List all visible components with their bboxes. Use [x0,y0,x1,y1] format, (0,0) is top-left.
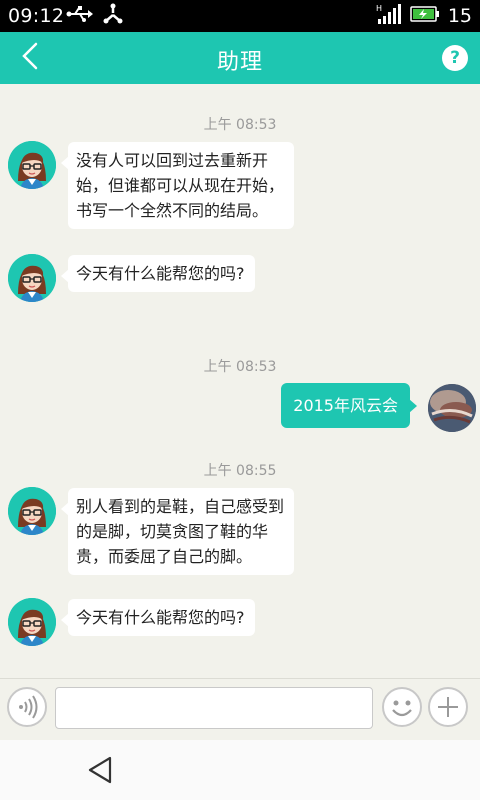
svg-text:H: H [376,4,382,13]
page-title: 助理 [216,50,263,75]
status-icons-left [66,3,124,29]
message-line: 贵，而委屈了自己的脚。 [76,547,253,566]
header: 助理 ? [0,32,480,84]
help-button[interactable]: ? [442,45,468,71]
plus-icon [430,697,466,729]
message-bubble-assistant[interactable]: 今天有什么能帮您的吗? [61,599,255,636]
message-bubble-assistant[interactable]: 别人看到的是鞋，自己感受到 的是脚，切莫贪图了鞋的华 贵，而委屈了自己的脚。 [60,488,295,575]
voice-button[interactable] [7,687,47,727]
timestamp: 上午 08:53 [203,359,277,375]
message-line: 今天有什么能帮您的吗? [76,608,245,627]
assistant-avatar[interactable] [8,141,56,189]
message-input[interactable] [55,687,373,729]
assistant-avatar[interactable] [8,254,56,302]
user-avatar[interactable] [428,384,476,432]
message-line: 没有人可以回到过去重新开 [76,151,269,170]
message-line: 的是脚，切莫贪图了鞋的华 [76,522,269,541]
input-bar [0,678,480,741]
back-triangle-icon [84,756,120,792]
battery-charging-icon [410,6,440,26]
status-bar: 09:12 H 15 [0,0,480,32]
message-bubble-assistant[interactable]: 今天有什么能帮您的吗? [61,255,255,292]
message-line: 始，但谁都可以从现在开始， [76,176,285,195]
battery-level: 15 [447,5,472,27]
assistant-avatar[interactable] [8,598,56,646]
nav-back-button[interactable] [84,752,120,788]
assistant-avatar[interactable] [8,487,56,535]
add-button[interactable] [428,687,468,727]
smiley-icon [384,700,420,729]
status-time: 09:12 [8,5,65,27]
voice-icon [9,695,45,729]
chat-area[interactable]: 上午 08:53 没有人可以回到过去重新开 始，但谁都可以从现在开始， 书写一个… [0,84,480,678]
usb-debug-icon [102,3,124,29]
message-bubble-assistant[interactable]: 没有人可以回到过去重新开 始，但谁都可以从现在开始， 书写一个全然不同的结局。 [60,142,295,229]
message-line: 今天有什么能帮您的吗? [76,264,245,283]
timestamp: 上午 08:53 [203,117,277,133]
message-line: 书写一个全然不同的结局。 [76,201,269,220]
message-line: 2015年风云会 [293,396,398,415]
timestamp: 上午 08:55 [203,463,277,479]
message-line: 别人看到的是鞋，自己感受到 [76,497,285,516]
message-bubble-user[interactable]: 2015年风云会 [281,383,417,428]
emoji-button[interactable] [382,687,422,727]
navigation-bar [0,740,480,800]
signal-icon: H [376,3,402,29]
usb-icon [66,5,94,27]
status-icons-right: H 15 [376,4,472,28]
